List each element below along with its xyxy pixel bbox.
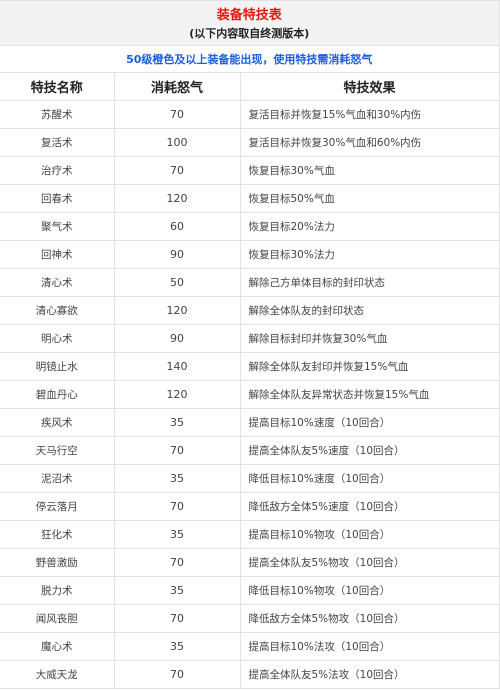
table-row: 魔心术 35 提高目标10%法攻（10回合） <box>0 632 500 661</box>
skill-name-cell: 聚气术 <box>0 212 115 241</box>
note-row: 50级橙色及以上装备能出现，使用特技需消耗怒气 <box>0 45 500 73</box>
skill-name-cell: 泥沼术 <box>0 464 115 493</box>
rage-cost-cell: 90 <box>113 324 241 353</box>
skill-effect-cell: 提高目标10%速度（10回合） <box>239 408 500 437</box>
table-row: 聚气术 60 恢复目标20%法力 <box>0 212 500 241</box>
title-cell: 装备特技表 (以下内容取自终测版本) <box>0 0 500 46</box>
skill-effect-cell: 解除己方单体目标的封印状态 <box>239 268 500 297</box>
table-row: 清心寡欲 120 解除全体队友的封印状态 <box>0 296 500 325</box>
skill-effect-cell: 解除全体队友的封印状态 <box>239 296 500 325</box>
rage-cost-cell: 90 <box>113 240 241 269</box>
skill-effect-cell: 解除目标封印并恢复30%气血 <box>239 324 500 353</box>
table-subtitle: (以下内容取自终测版本) <box>189 26 310 40</box>
column-header-effect: 特技效果 <box>239 72 500 101</box>
skill-name-cell: 苏醒术 <box>0 100 115 129</box>
skill-name-cell: 回神术 <box>0 240 115 269</box>
rage-cost-cell: 60 <box>113 212 241 241</box>
rage-cost-cell: 120 <box>113 296 241 325</box>
rage-cost-cell: 70 <box>113 492 241 521</box>
rage-cost-cell: 70 <box>113 436 241 465</box>
skill-name-cell: 魔心术 <box>0 632 115 661</box>
skill-name-cell: 治疗术 <box>0 156 115 185</box>
skill-effect-cell: 恢复目标20%法力 <box>239 212 500 241</box>
table-row: 疾风术 35 提高目标10%速度（10回合） <box>0 408 500 437</box>
rage-cost-cell: 35 <box>113 408 241 437</box>
table-body: 苏醒术 70 复活目标并恢复15%气血和30%内伤 复活术 100 复活目标并恢复30%气… <box>0 100 500 689</box>
rage-cost-cell: 70 <box>113 548 241 577</box>
rage-cost-cell: 35 <box>113 520 241 549</box>
skill-effect-cell: 提高全体队友5%法攻（10回合） <box>239 660 500 689</box>
rage-cost-cell: 70 <box>113 604 241 633</box>
column-header-row: 特技名称 消耗怒气 特技效果 <box>0 72 500 101</box>
skill-name-cell: 明心术 <box>0 324 115 353</box>
skill-effect-cell: 恢复目标30%法力 <box>239 240 500 269</box>
rage-cost-cell: 120 <box>113 184 241 213</box>
rage-cost-cell: 120 <box>113 380 241 409</box>
column-header-name: 特技名称 <box>0 72 115 101</box>
table-row: 野兽激励 70 提高全体队友5%物攻（10回合） <box>0 548 500 577</box>
equipment-skill-table: 装备特技表 (以下内容取自终测版本) 50级橙色及以上装备能出现，使用特技需消耗… <box>0 0 500 689</box>
skill-name-cell: 碧血丹心 <box>0 380 115 409</box>
skill-effect-cell: 降低敌方全体5%物攻（10回合） <box>239 604 500 633</box>
rage-cost-cell: 35 <box>113 576 241 605</box>
rage-cost-cell: 50 <box>113 268 241 297</box>
rage-cost-cell: 35 <box>113 632 241 661</box>
skill-name-cell: 回春术 <box>0 184 115 213</box>
skill-name-cell: 明镜止水 <box>0 352 115 381</box>
table-row: 停云落月 70 降低敌方全体5%速度（10回合） <box>0 492 500 521</box>
table-row: 泥沼术 35 降低目标10%速度（10回合） <box>0 464 500 493</box>
skill-effect-cell: 提高目标10%法攻（10回合） <box>239 632 500 661</box>
table-row: 大威天龙 70 提高全体队友5%法攻（10回合） <box>0 660 500 689</box>
skill-name-cell: 停云落月 <box>0 492 115 521</box>
title-row: 装备特技表 (以下内容取自终测版本) <box>0 0 500 46</box>
table-note: 50级橙色及以上装备能出现，使用特技需消耗怒气 <box>0 45 500 73</box>
skill-name-cell: 复活术 <box>0 128 115 157</box>
table-row: 苏醒术 70 复活目标并恢复15%气血和30%内伤 <box>0 100 500 129</box>
table-row: 闻风丧胆 70 降低敌方全体5%物攻（10回合） <box>0 604 500 633</box>
skill-effect-cell: 复活目标并恢复30%气血和60%内伤 <box>239 128 500 157</box>
skill-name-cell: 野兽激励 <box>0 548 115 577</box>
skill-effect-cell: 降低目标10%速度（10回合） <box>239 464 500 493</box>
table-row: 狂化术 35 提高目标10%物攻（10回合） <box>0 520 500 549</box>
table-row: 清心术 50 解除己方单体目标的封印状态 <box>0 268 500 297</box>
table-row: 明心术 90 解除目标封印并恢复30%气血 <box>0 324 500 353</box>
skill-name-cell: 清心术 <box>0 268 115 297</box>
skill-name-cell: 狂化术 <box>0 520 115 549</box>
skill-effect-cell: 提高目标10%物攻（10回合） <box>239 520 500 549</box>
table-row: 碧血丹心 120 解除全体队友异常状态并恢复15%气血 <box>0 380 500 409</box>
skill-name-cell: 闻风丧胆 <box>0 604 115 633</box>
rage-cost-cell: 70 <box>113 100 241 129</box>
table-row: 回神术 90 恢复目标30%法力 <box>0 240 500 269</box>
skill-effect-cell: 解除全体队友异常状态并恢复15%气血 <box>239 380 500 409</box>
skill-effect-cell: 降低目标10%物攻（10回合） <box>239 576 500 605</box>
skill-name-cell: 天马行空 <box>0 436 115 465</box>
rage-cost-cell: 140 <box>113 352 241 381</box>
skill-name-cell: 清心寡欲 <box>0 296 115 325</box>
skill-name-cell: 脱力术 <box>0 576 115 605</box>
skill-effect-cell: 降低敌方全体5%速度（10回合） <box>239 492 500 521</box>
column-header-cost: 消耗怒气 <box>113 72 241 101</box>
rage-cost-cell: 35 <box>113 464 241 493</box>
skill-name-cell: 大威天龙 <box>0 660 115 689</box>
table-row: 回春术 120 恢复目标50%气血 <box>0 184 500 213</box>
skill-effect-cell: 提高全体队友5%物攻（10回合） <box>239 548 500 577</box>
rage-cost-cell: 70 <box>113 156 241 185</box>
rage-cost-cell: 70 <box>113 660 241 689</box>
skill-effect-cell: 提高全体队友5%速度（10回合） <box>239 436 500 465</box>
rage-cost-cell: 100 <box>113 128 241 157</box>
skill-effect-cell: 复活目标并恢复15%气血和30%内伤 <box>239 100 500 129</box>
table-row: 明镜止水 140 解除全体队友封印并恢复15%气血 <box>0 352 500 381</box>
table-row: 天马行空 70 提高全体队友5%速度（10回合） <box>0 436 500 465</box>
table-title: 装备特技表 <box>216 7 282 23</box>
skill-effect-cell: 恢复目标30%气血 <box>239 156 500 185</box>
table-row: 治疗术 70 恢复目标30%气血 <box>0 156 500 185</box>
table-row: 脱力术 35 降低目标10%物攻（10回合） <box>0 576 500 605</box>
skill-effect-cell: 解除全体队友封印并恢复15%气血 <box>239 352 500 381</box>
table-row: 复活术 100 复活目标并恢复30%气血和60%内伤 <box>0 128 500 157</box>
skill-effect-cell: 恢复目标50%气血 <box>239 184 500 213</box>
skill-name-cell: 疾风术 <box>0 408 115 437</box>
